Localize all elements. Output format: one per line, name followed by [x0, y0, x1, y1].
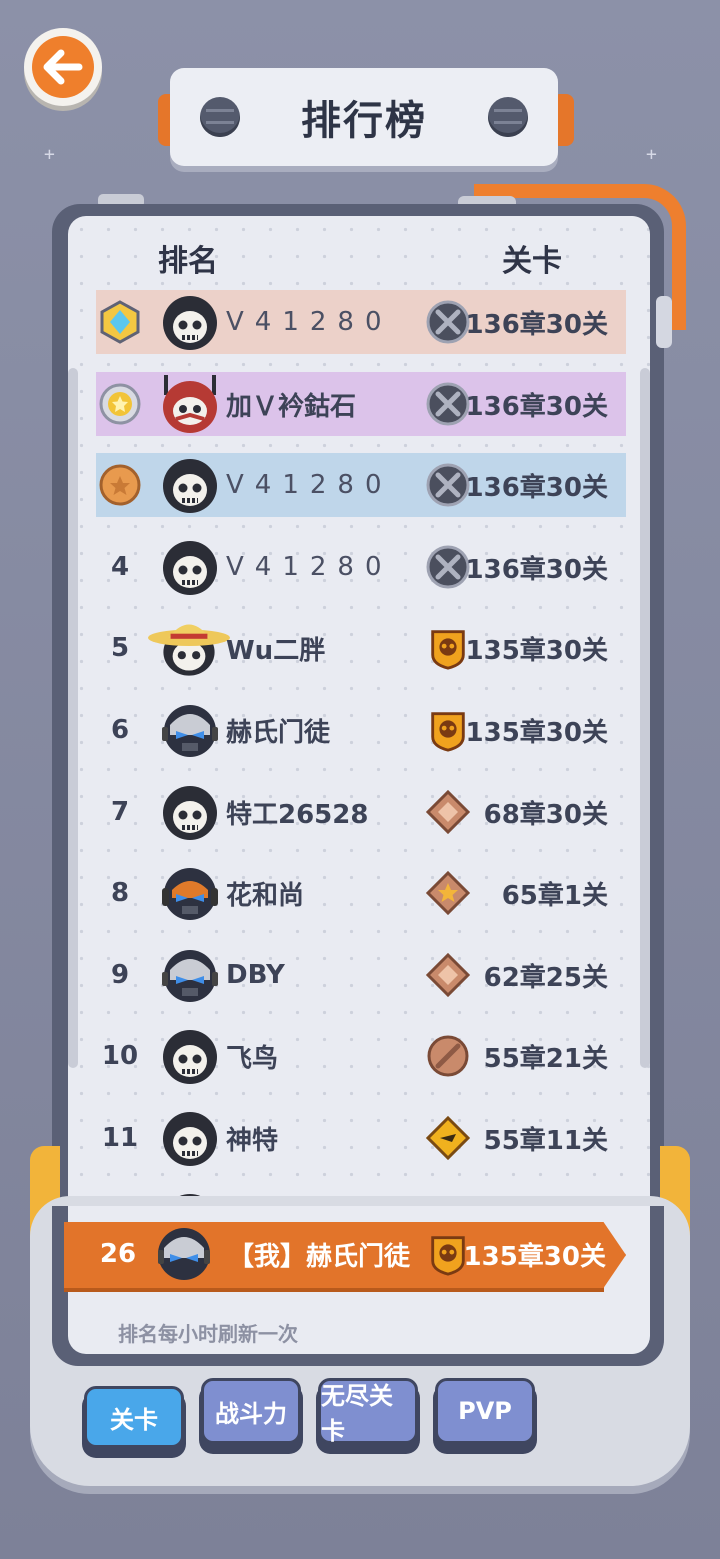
copper-star-badge-icon	[426, 871, 470, 915]
avatar	[163, 296, 217, 350]
stage-progress: 135章30关	[465, 717, 608, 748]
stage-progress: 68章30关	[483, 799, 608, 830]
player-name: Wu二胖	[226, 635, 326, 666]
table-row[interactable]: 11 神特 55章11关	[96, 1106, 626, 1170]
stage-progress: 136章30关	[465, 554, 608, 585]
silver-medal-icon	[99, 383, 141, 425]
stage-progress: 135章30关	[465, 635, 608, 666]
copper-slash-badge-icon	[427, 1035, 469, 1077]
table-row[interactable]: 加Ｖ衿鈷石 136章30关	[96, 372, 626, 436]
stage-progress: 55章21关	[483, 1043, 608, 1074]
my-rank: 26	[99, 1239, 137, 1269]
rank-number: 11	[101, 1123, 139, 1153]
stage-progress: 65章1关	[501, 880, 608, 911]
table-row[interactable]: 4 V41280 136章30关	[96, 535, 626, 599]
gold-skull-badge-icon	[431, 630, 465, 670]
table-row[interactable]: V41280 136章30关	[96, 290, 626, 354]
avatar	[163, 459, 217, 513]
avatar	[148, 624, 230, 676]
my-stage: 135章30关	[463, 1241, 606, 1272]
robot-avatar-icon	[158, 1228, 210, 1280]
steel-x-badge-icon	[426, 545, 470, 589]
tab-pvp[interactable]: PVP	[435, 1378, 535, 1444]
stage-progress: 136章30关	[465, 472, 608, 503]
player-name: 花和尚	[226, 880, 305, 911]
stage-progress: 136章30关	[465, 391, 608, 422]
player-name: 加Ｖ衿鈷石	[226, 391, 357, 422]
avatar	[162, 868, 218, 920]
player-name: 特工26528	[226, 799, 369, 830]
table-row[interactable]: 9 DBY 62章25关	[96, 943, 626, 1007]
player-name: 飞鸟	[226, 1043, 279, 1074]
rank-number: 7	[110, 797, 130, 827]
table-row[interactable]: 10 飞鸟 55章21关	[96, 1024, 626, 1088]
stage-progress: 136章30关	[465, 309, 608, 340]
gold-skull-badge-icon	[431, 712, 465, 752]
gold-wing-badge-icon	[426, 1116, 470, 1160]
rank-number: 5	[110, 633, 130, 663]
gold-medal-icon	[100, 300, 140, 344]
avatar	[163, 1112, 217, 1166]
player-name: 赫氏门徒	[226, 717, 331, 748]
steel-x-badge-icon	[426, 300, 470, 344]
table-row[interactable]: 6 赫氏门徒 135章30关	[96, 698, 626, 762]
rank-number: 6	[110, 715, 130, 745]
table-row[interactable]: 8 花和尚 65章1关	[96, 861, 626, 925]
avatar	[163, 1030, 217, 1084]
copper-diamond-badge-icon	[426, 790, 470, 834]
bronze-medal-icon	[99, 464, 141, 506]
avatar	[163, 375, 217, 433]
avatar	[163, 786, 217, 840]
table-row[interactable]: 5 Wu二胖 135章30关	[96, 616, 626, 680]
table-row[interactable]: V41280 136章30关	[96, 453, 626, 517]
steel-x-badge-icon	[426, 463, 470, 507]
player-name: V41280	[226, 470, 393, 500]
player-name: DBY	[226, 960, 285, 990]
my-rank-row[interactable]: 26 【我】赫氏门徒 135章30关	[64, 1222, 626, 1288]
tab-stage[interactable]: 关卡	[84, 1386, 184, 1448]
table-row[interactable]: 7 特工26528 68章30关	[96, 780, 626, 844]
my-name: 【我】赫氏门徒	[228, 1241, 411, 1272]
avatar	[162, 950, 218, 1002]
steel-x-badge-icon	[426, 382, 470, 426]
stage-progress: 55章11关	[483, 1125, 608, 1156]
leaderboard-list[interactable]: V41280 136章30关 加Ｖ衿鈷石 136章30关 V41280 136章30关 4 V…	[0, 0, 720, 1228]
player-name: 神特	[226, 1125, 279, 1156]
player-name: V41280	[226, 552, 393, 582]
copper-diamond-badge-icon	[426, 953, 470, 997]
rank-number: 4	[110, 552, 130, 582]
avatar	[163, 541, 217, 595]
refresh-note: 排名每小时刷新一次	[118, 1322, 298, 1346]
rank-number: 8	[110, 878, 130, 908]
tab-combat-power[interactable]: 战斗力	[201, 1378, 301, 1444]
stage-progress: 62章25关	[483, 962, 608, 993]
player-name: V41280	[226, 307, 393, 337]
avatar	[162, 705, 218, 757]
rank-number: 10	[101, 1041, 139, 1071]
rank-number: 9	[110, 960, 130, 990]
tab-endless-stage[interactable]: 无尽关卡	[318, 1378, 418, 1445]
